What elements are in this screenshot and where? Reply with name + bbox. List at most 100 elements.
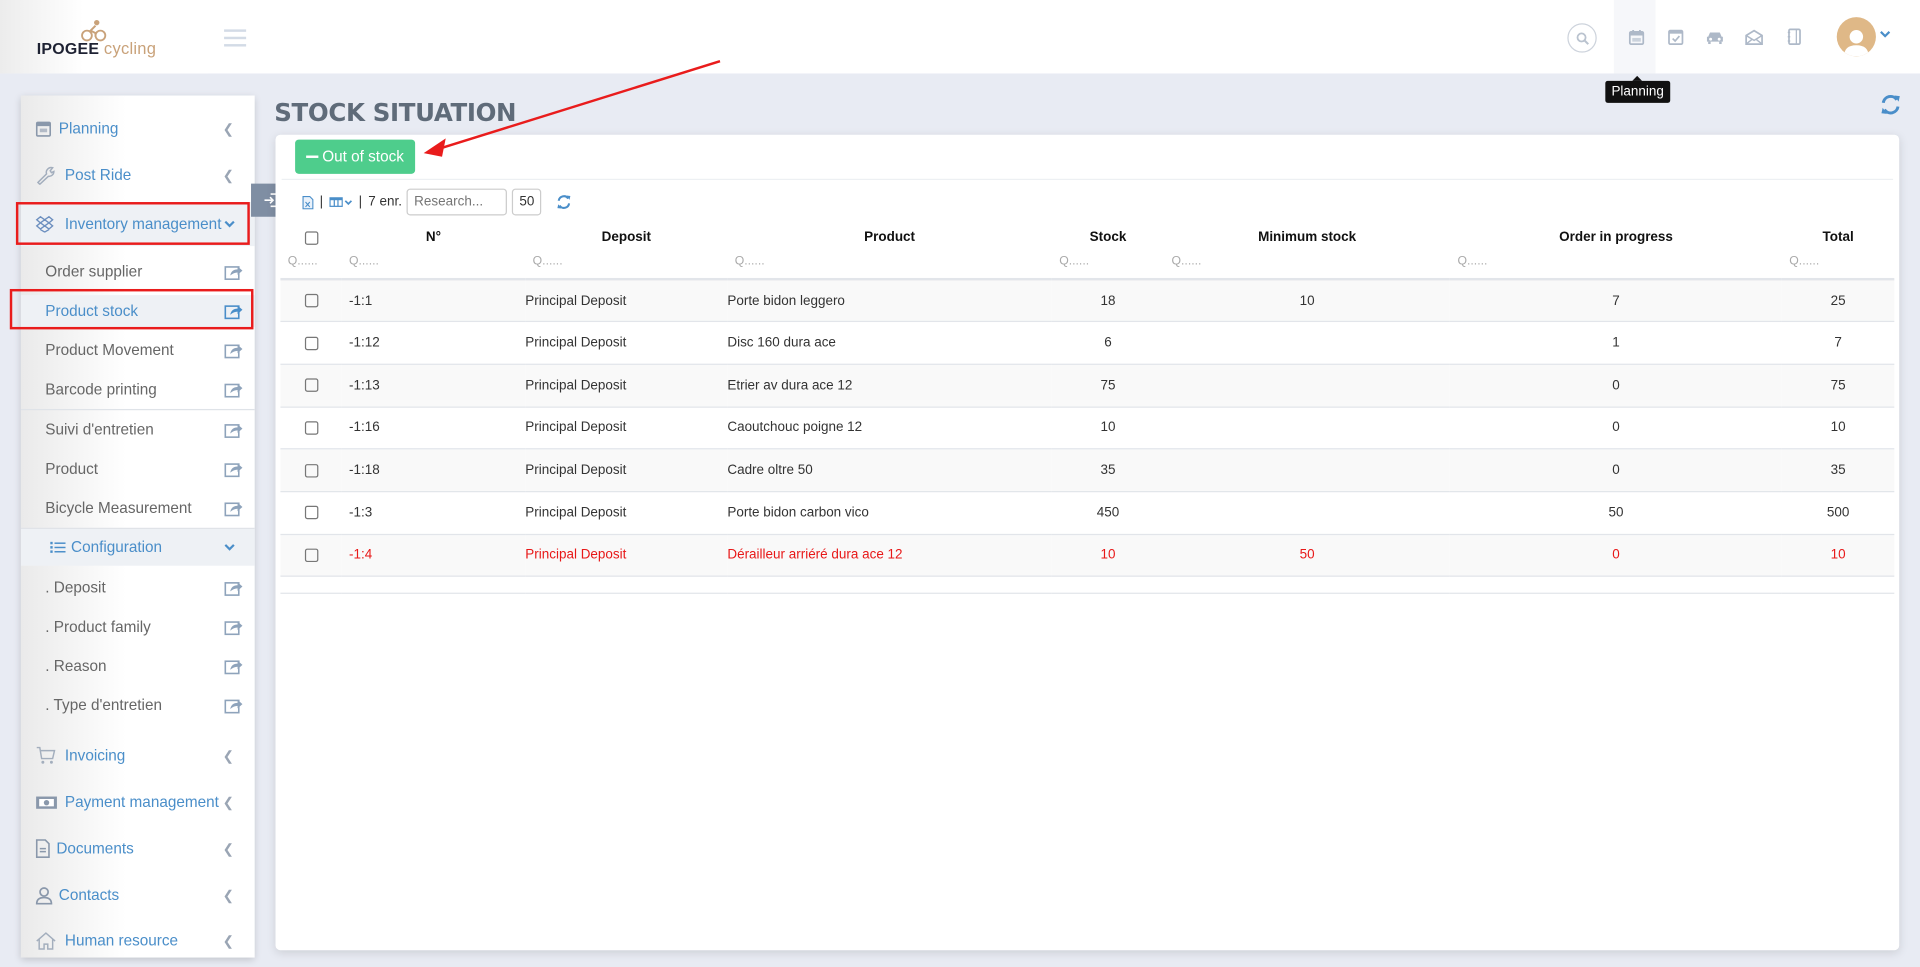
row-checkbox[interactable] [304,421,318,435]
share-icon [224,383,243,398]
cell-product: Dérailleur arriéré dura ace 12 [727,534,1052,578]
filter-minimum-stock[interactable]: Q...... [1164,250,1450,272]
cell-number: -1:1 [341,279,526,323]
sidebar-item-payment-management[interactable]: Payment management ❮ [21,787,255,816]
select-all-checkbox[interactable] [304,230,318,245]
sidebar-subitem-product[interactable]: Product [21,456,255,483]
cell-stock: 75 [1051,364,1165,408]
cell-stock: 18 [1051,279,1165,323]
filter-number[interactable]: Q...... [342,250,526,272]
separator: | [358,194,363,210]
sidebar-item-contacts[interactable]: Contacts ❮ [21,880,255,909]
filter-deposit[interactable]: Q...... [525,250,727,272]
table-row[interactable]: -1:1 Principal Deposit Porte bidon leggero… [280,279,1895,323]
column-header-stock[interactable]: Stock [1052,225,1164,249]
row-checkbox-cell [280,364,342,408]
cell-stock: 6 [1051,321,1165,365]
filter-total[interactable]: Q...... [1782,250,1894,272]
vehicles-nav-button[interactable] [1696,0,1733,73]
row-checkbox[interactable] [304,548,318,563]
table-row[interactable]: -1:4 Principal Deposit Dérailleur arriéré … [280,534,1895,578]
chevron-left-icon: ❮ [222,841,234,857]
column-header-product[interactable]: Product [727,225,1051,249]
excel-export-icon[interactable] [302,195,314,209]
menu-toggle-button[interactable] [224,29,247,47]
cell-minimum-stock [1164,491,1451,535]
table-row[interactable]: -1:13 Principal Deposit Etrier av dura ace… [280,364,1895,408]
table-row[interactable]: -1:18 Principal Deposit Cadre oltre 50 35 0 3… [280,449,1895,493]
sidebar-subitem-barcode-printing[interactable]: Barcode printing [21,376,255,403]
user-avatar[interactable] [1836,17,1876,57]
car-icon [1706,31,1723,44]
sidebar-item-label: Inventory management [64,215,222,233]
sidebar-item-label: Configuration [71,538,163,556]
cell-order-in-progress: 0 [1450,364,1782,408]
row-checkbox[interactable] [304,463,318,478]
cell-minimum-stock [1164,364,1451,408]
search-input[interactable] [406,188,508,216]
refresh-icon[interactable] [556,195,572,210]
sidebar-item-documents[interactable]: Documents ❮ [21,834,255,863]
row-checkbox[interactable] [304,294,318,308]
table-row[interactable]: -1:3 Principal Deposit Porte bidon carbon … [280,491,1895,535]
brand-accent: cycling [103,39,157,58]
filter-product[interactable]: Q...... [727,250,1051,272]
sidebar-subitem-suivi-entretien[interactable]: Suivi d'entretien [21,416,255,443]
sidebar-item-post-ride[interactable]: Post Ride ❮ [21,160,255,189]
column-header-order-in-progress[interactable]: Order in progress [1450,225,1782,249]
cell-minimum-stock [1164,449,1451,493]
logo[interactable]: IPOGEE cycling [0,0,209,74]
share-icon [224,344,243,359]
table-row[interactable]: -1:12 Principal Deposit Disc 160 dura ace 6… [280,321,1895,365]
refresh-icon[interactable] [1880,94,1902,115]
sidebar-subitem-product-movement[interactable]: Product Movement [21,337,255,364]
top-bar: IPOGEE cycling [0,0,1920,74]
global-search-button[interactable] [1567,23,1597,53]
sidebar-item-human-resource[interactable]: Human resource ❮ [21,926,255,955]
sidebar-item-invoicing[interactable]: Invoicing ❮ [21,741,255,770]
column-chooser-button[interactable] [329,197,352,207]
out-of-stock-button[interactable]: Out of stock [295,139,416,174]
column-header-minimum-stock[interactable]: Minimum stock [1164,225,1450,249]
sidebar-subitem-configuration[interactable]: Configuration [20,528,255,566]
table-row[interactable]: -1:16 Principal Deposit Caoutchouc poigne … [280,406,1895,450]
column-header-number[interactable]: N° [342,225,526,249]
planning-tooltip: Planning [1605,75,1671,103]
messages-nav-button[interactable] [1735,0,1772,73]
share-icon [224,621,243,636]
filter-row: Q...... Q...... Q...... Q...... Q...... … [280,250,1894,272]
chevron-left-icon: ❮ [222,168,234,184]
filter-select[interactable]: Q...... [280,250,341,272]
notebook-nav-button[interactable] [1776,0,1813,73]
columns-icon [329,197,343,207]
sidebar-item-planning[interactable]: Planning ❮ [21,114,255,143]
row-checkbox[interactable] [304,506,318,520]
record-count: 7 enr. [368,194,402,210]
sidebar-subitem-bicycle-measurement[interactable]: Bicycle Measurement [21,495,255,522]
page-size-select[interactable]: 50 [512,188,542,216]
tasks-nav-button[interactable] [1657,0,1694,73]
sidebar-item-inventory-management[interactable]: Inventory management [20,202,255,247]
chevron-down-icon [224,544,235,551]
sidebar-config-type-entretien[interactable]: . Type d'entretien [21,692,255,719]
sidebar-config-product-family[interactable]: . Product family [21,613,255,640]
sidebar-item-label: Documents [56,840,134,858]
filter-stock[interactable]: Q...... [1052,250,1164,272]
cell-deposit: Principal Deposit [525,279,728,323]
sidebar-config-reason[interactable]: . Reason [21,653,255,680]
sidebar-subitem-order-supplier[interactable]: Order supplier [21,258,255,285]
chevron-left-icon: ❮ [222,121,234,137]
row-checkbox[interactable] [304,378,318,393]
sidebar-config-deposit[interactable]: . Deposit [21,574,255,601]
sidebar-item-label: Product Movement [45,341,174,359]
out-of-stock-label: Out of stock [322,148,404,166]
column-header-deposit[interactable]: Deposit [525,225,727,249]
sidebar-subitem-product-stock[interactable]: Product stock [20,295,255,327]
planning-nav-button[interactable] [1618,0,1655,73]
sidebar: Planning ❮ Post Ride ❮ Inventory managem… [20,95,255,958]
filter-order-in-progress[interactable]: Q...... [1450,250,1782,272]
row-checkbox[interactable] [304,336,318,350]
column-header-total[interactable]: Total [1782,225,1894,249]
chevron-left-icon: ❮ [222,748,234,764]
chevron-down-icon[interactable] [1880,31,1891,38]
